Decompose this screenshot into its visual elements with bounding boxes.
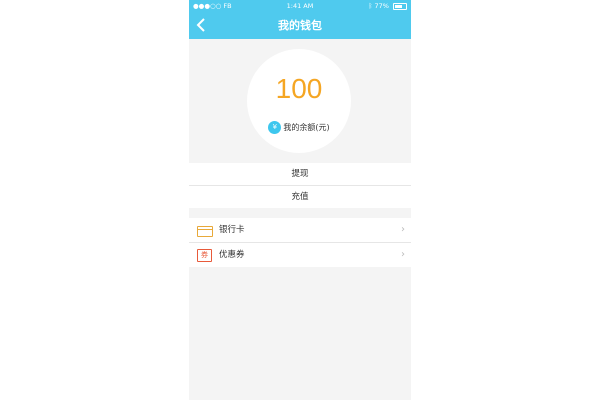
status-bar: ●●●○○ FB 1:41 AM ᛒ 77% (189, 0, 411, 12)
list-item-coupon[interactable]: 券 优惠券 › (189, 243, 411, 267)
yuan-icon: ¥ (268, 121, 282, 134)
wallet-screen: ●●●○○ FB 1:41 AM ᛒ 77% 我的钱包 100 ¥ 我的余额(元)… (189, 0, 411, 400)
balance-label-row: ¥ 我的余额(元) (247, 121, 351, 134)
balance-amount: 100 (275, 73, 323, 104)
battery-percent: 77% (374, 2, 389, 10)
balance-circle: 100 ¥ 我的余额(元) (247, 49, 351, 153)
withdraw-button[interactable]: 提现 (189, 163, 411, 185)
chevron-right-icon: › (401, 249, 405, 260)
battery-status: ᛒ 77% (368, 2, 407, 10)
balance-label: 我的余额(元) (283, 123, 330, 132)
balance-section: 100 ¥ 我的余额(元) (189, 39, 411, 163)
page-title: 我的钱包 (278, 19, 322, 32)
list-item-bank-card[interactable]: 银行卡 › (189, 218, 411, 242)
chevron-right-icon: › (401, 224, 405, 235)
bluetooth-icon: ᛒ (368, 2, 373, 10)
list-item-label: 优惠券 (219, 250, 245, 260)
app-header: ●●●○○ FB 1:41 AM ᛒ 77% 我的钱包 (189, 0, 411, 39)
battery-icon (393, 2, 407, 10)
list-item-label: 银行卡 (219, 225, 245, 235)
coupon-icon: 券 (197, 249, 212, 262)
bank-card-icon (197, 226, 213, 237)
recharge-button[interactable]: 充值 (189, 186, 411, 208)
